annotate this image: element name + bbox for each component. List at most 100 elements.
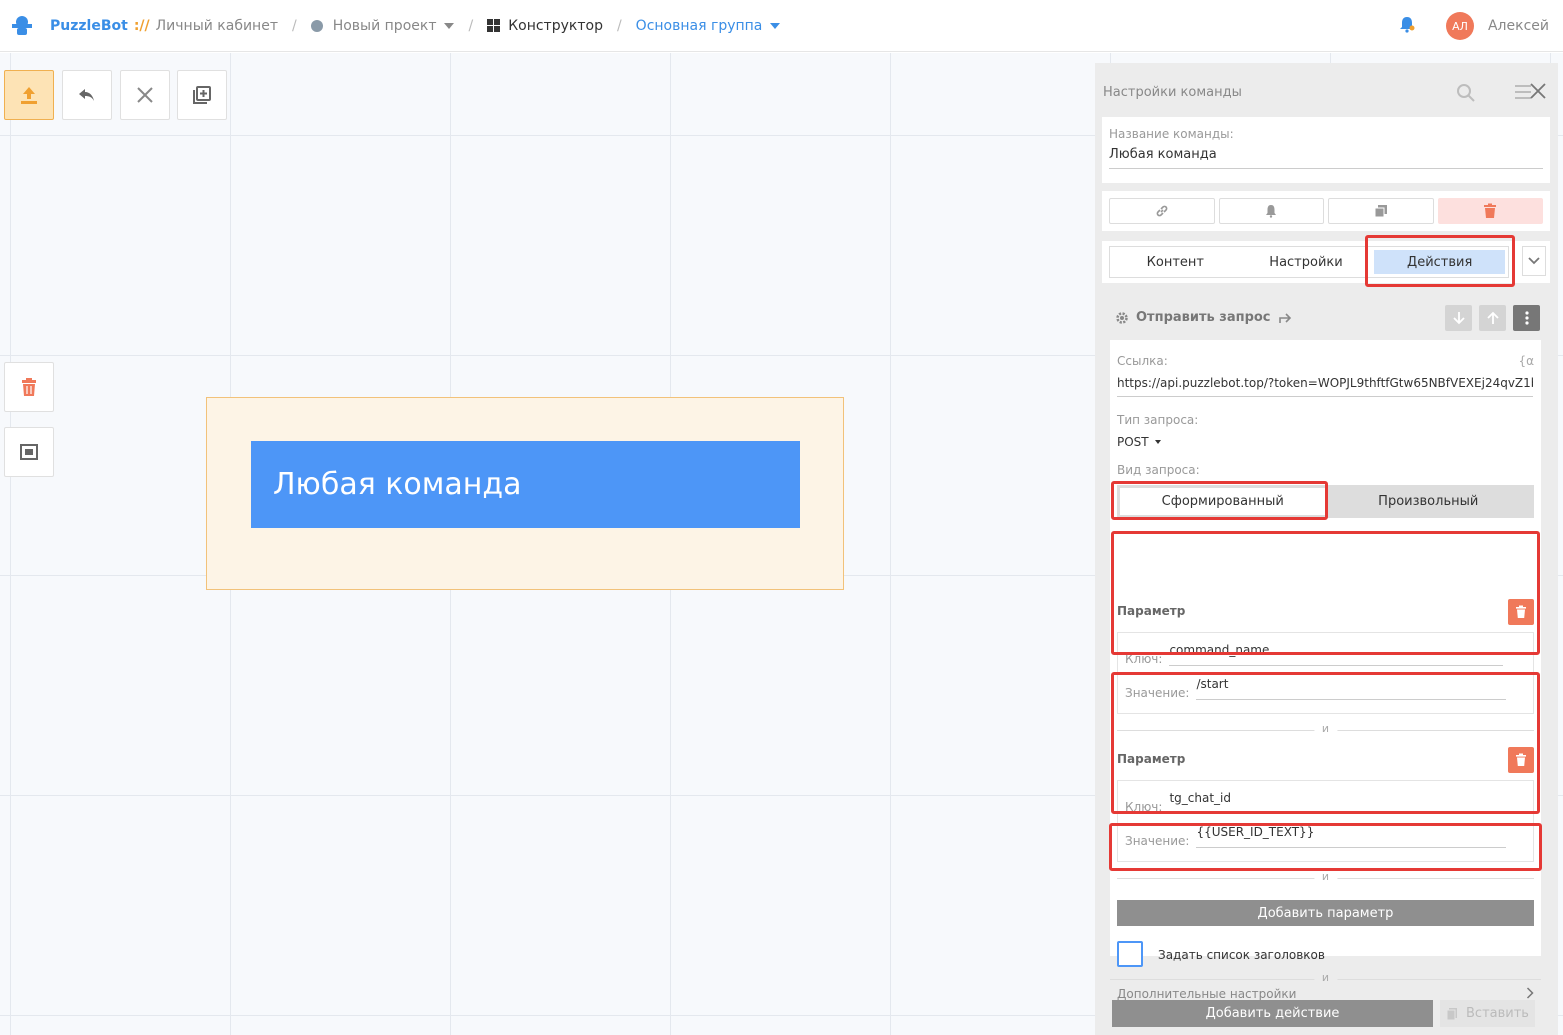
add-param-button[interactable]: Добавить параметр — [1117, 900, 1534, 926]
url-input[interactable]: https://api.puzzlebot.top/?token=WOPJL9t… — [1117, 376, 1533, 397]
tab-content[interactable]: Контент — [1110, 247, 1241, 277]
breadcrumb-group[interactable]: Основная группа — [636, 18, 781, 34]
param-value-label: Значение: — [1125, 686, 1190, 700]
move-up-button[interactable] — [1479, 305, 1506, 331]
copy-button[interactable] — [1328, 198, 1434, 224]
fit-screen-icon — [20, 444, 38, 460]
param-key-label: Ключ: — [1125, 800, 1163, 814]
param-key-row: Ключ: command_name — [1125, 643, 1504, 666]
panel-title: Настройки команды — [1103, 85, 1242, 100]
top-bar: PuzzleBot :// Личный кабинет / Новый про… — [0, 0, 1563, 52]
command-name-card: Название команды: Любая команда — [1102, 117, 1550, 183]
gear-icon[interactable] — [1115, 311, 1129, 325]
param-fields: Ключ: command_name Значение: /start — [1117, 632, 1534, 714]
command-actions-bar — [1102, 191, 1550, 231]
command-name-field[interactable]: Любая команда — [1109, 147, 1543, 169]
insert-variable-button[interactable]: {α — [1518, 354, 1534, 368]
arrow-up-icon — [1486, 311, 1499, 324]
more-settings-label: Дополнительные настройки — [1117, 987, 1297, 1001]
delete-tool-button[interactable] — [4, 362, 54, 412]
breadcrumb-separator: / — [291, 17, 297, 34]
user-area: АЛ Алексей — [1398, 0, 1549, 52]
breadcrumb-cabinet[interactable]: Личный кабинет — [156, 18, 278, 34]
grid-icon — [487, 19, 501, 32]
move-down-button[interactable] — [1445, 305, 1472, 331]
chevron-down-icon — [770, 22, 781, 29]
undo-icon — [79, 89, 94, 101]
upload-button[interactable] — [4, 70, 54, 120]
trash-icon — [1484, 203, 1497, 218]
command-node-title[interactable]: Любая команда — [251, 441, 800, 528]
notification-button[interactable] — [1218, 198, 1324, 224]
caret-down-icon — [1154, 440, 1161, 444]
breadcrumb-group-label: Основная группа — [635, 17, 763, 34]
and-divider: и — [1117, 722, 1534, 736]
breadcrumb-project[interactable]: Новый проект — [310, 18, 455, 34]
add-block-button[interactable] — [177, 70, 227, 120]
close-button[interactable] — [120, 70, 170, 120]
command-settings-panel: Настройки команды Название команды: Люба… — [1095, 63, 1558, 1035]
search-icon[interactable] — [1456, 83, 1476, 103]
paste-icon — [1446, 1007, 1458, 1020]
trash-icon — [1516, 605, 1526, 618]
bell-icon[interactable] — [1398, 15, 1416, 37]
add-action-button[interactable]: Добавить действие — [1112, 1000, 1433, 1027]
username[interactable]: Алексей — [1488, 18, 1549, 34]
brand-name[interactable]: PuzzleBot — [50, 18, 128, 34]
more-vertical-icon — [1524, 311, 1529, 325]
kind-formed-option[interactable]: Сформированный — [1120, 488, 1326, 515]
param-value-input[interactable]: {{USER_ID_TEXT}} — [1196, 825, 1507, 848]
add-copy-icon — [193, 86, 211, 104]
request-kind-switch: Сформированный Произвольный — [1117, 485, 1534, 518]
method-select[interactable]: POST — [1117, 435, 1161, 449]
delete-param-button[interactable] — [1508, 599, 1534, 625]
param-fields: Ключ: tg_chat_id Значение: {{USER_ID_TEX… — [1117, 780, 1534, 862]
chevron-down-icon — [444, 22, 455, 29]
breadcrumb-separator: / — [616, 17, 622, 34]
tab-bar: Контент Настройки Действия — [1109, 246, 1509, 278]
more-settings-link[interactable]: Дополнительные настройки — [1117, 987, 1534, 1001]
param-value-input[interactable]: /start — [1196, 677, 1507, 700]
param-key-input[interactable]: command_name — [1169, 643, 1504, 666]
and-label: и — [1313, 870, 1338, 883]
link-icon — [1156, 205, 1168, 217]
puzzlebot-logo-icon[interactable] — [8, 12, 36, 40]
param-value-row: Значение: /start — [1125, 677, 1507, 700]
headers-checkbox[interactable] — [1117, 941, 1143, 967]
request-action-body: Ссылка: {α https://api.puzzlebot.top/?to… — [1110, 340, 1541, 1001]
delete-param-button[interactable] — [1508, 747, 1534, 773]
param-value-label: Значение: — [1125, 834, 1190, 848]
headers-checkbox-label[interactable]: Задать список заголовков — [1158, 948, 1325, 962]
and-divider: и — [1110, 971, 1541, 985]
undo-button[interactable] — [62, 70, 112, 120]
upload-icon — [21, 87, 37, 104]
breadcrumb-separator: / — [468, 17, 474, 34]
param-key-label: Ключ: — [1125, 652, 1163, 666]
avatar[interactable]: АЛ — [1445, 12, 1474, 40]
action-header: Отправить запрос — [1115, 310, 1299, 325]
action-title: Отправить запрос — [1136, 310, 1271, 325]
paste-label: Вставить — [1466, 1006, 1529, 1021]
tabs-dropdown[interactable] — [1522, 246, 1546, 276]
param-title: Параметр — [1117, 604, 1186, 618]
fit-screen-button[interactable] — [4, 427, 54, 477]
share-arrow-icon[interactable] — [1278, 312, 1292, 324]
kind-label: Вид запроса: — [1117, 463, 1200, 477]
param-value-row: Значение: {{USER_ID_TEXT}} — [1125, 825, 1507, 848]
tab-settings[interactable]: Настройки — [1241, 247, 1372, 277]
breadcrumb-constructor-label: Конструктор — [508, 17, 603, 34]
param-key-row: Ключ: tg_chat_id — [1125, 791, 1504, 814]
trash-icon — [22, 378, 36, 396]
and-label: и — [1313, 971, 1338, 984]
action-menu-button[interactable] — [1513, 305, 1540, 331]
param-title: Параметр — [1117, 752, 1186, 766]
delete-command-button[interactable] — [1437, 198, 1543, 224]
link-button[interactable] — [1109, 198, 1215, 224]
and-divider: и — [1117, 870, 1534, 884]
tab-actions[interactable]: Действия — [1374, 250, 1506, 274]
param-key-input[interactable]: tg_chat_id — [1169, 791, 1504, 814]
breadcrumb-constructor[interactable]: Конструктор — [487, 18, 603, 34]
kind-custom-option[interactable]: Произвольный — [1326, 488, 1532, 515]
paste-button[interactable]: Вставить — [1440, 1000, 1535, 1027]
close-panel-icon[interactable] — [1528, 81, 1548, 101]
